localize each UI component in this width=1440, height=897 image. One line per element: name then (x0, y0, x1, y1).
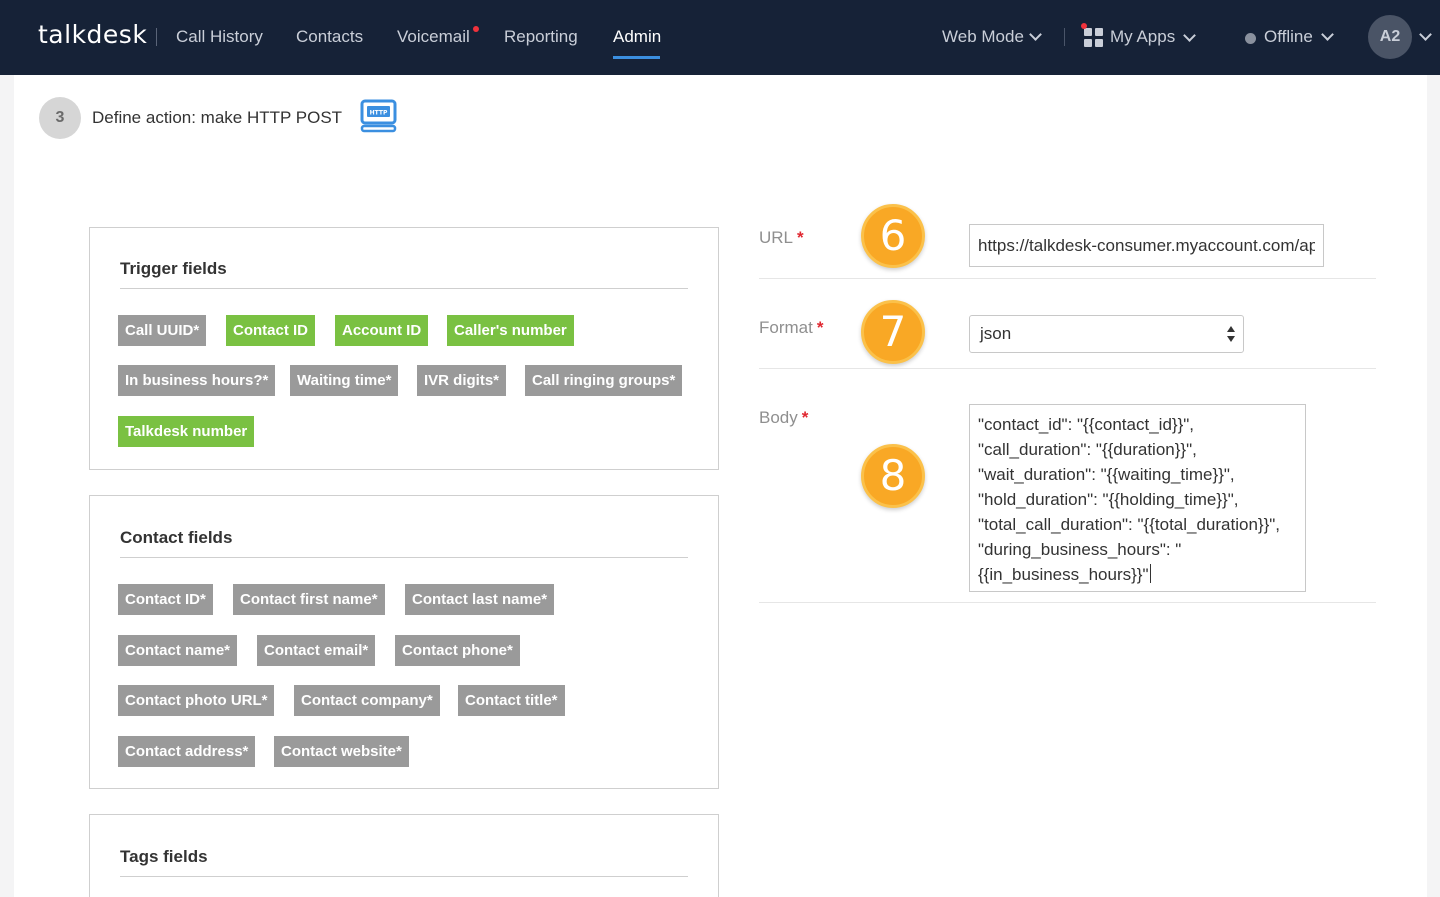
divider (759, 602, 1376, 603)
field-tag[interactable]: Contact first name* (233, 584, 385, 615)
chevron-down-icon[interactable] (1321, 28, 1334, 41)
field-tag[interactable]: Contact company* (294, 685, 440, 716)
status-dropdown[interactable]: Offline (1264, 27, 1313, 47)
nav-reporting[interactable]: Reporting (504, 27, 578, 47)
field-tag[interactable]: Waiting time* (290, 365, 398, 396)
field-tag[interactable]: Call ringing groups* (525, 365, 682, 396)
logo-separator (156, 28, 157, 46)
required-marker: * (797, 228, 804, 247)
body-line: "wait_duration": "{{waiting_time}}", (978, 462, 1297, 487)
nav-admin[interactable]: Admin (613, 27, 661, 47)
status-indicator-icon (1245, 33, 1256, 44)
format-select[interactable]: json (969, 315, 1244, 353)
url-input[interactable] (969, 224, 1324, 267)
divider (759, 278, 1376, 279)
field-tag[interactable]: Account ID (335, 315, 428, 346)
body-line: "hold_duration": "{{holding_time}}", (978, 487, 1297, 512)
field-tag[interactable]: Contact phone* (395, 635, 520, 666)
divider (120, 288, 688, 289)
field-tag[interactable]: Contact ID* (118, 584, 213, 615)
top-navigation-bar: talkdesk Call History Contacts Voicemail… (0, 0, 1440, 75)
active-tab-indicator (613, 56, 660, 59)
web-mode-dropdown[interactable]: Web Mode (942, 27, 1024, 47)
field-tag[interactable]: Contact website* (274, 736, 409, 767)
field-tag[interactable]: IVR digits* (417, 365, 506, 396)
step-title: Define action: make HTTP POST (92, 108, 342, 128)
field-tag[interactable]: Caller's number (447, 315, 574, 346)
field-tag[interactable]: Contact photo URL* (118, 685, 274, 716)
nav-call-history[interactable]: Call History (176, 27, 263, 47)
field-tag[interactable]: Contact email* (257, 635, 375, 666)
field-tag[interactable]: Contact title* (458, 685, 565, 716)
field-tag[interactable]: Call UUID* (118, 315, 206, 346)
chevron-down-icon[interactable] (1183, 29, 1196, 42)
url-label: URL* (759, 228, 804, 248)
step-8-badge: 8 (861, 444, 925, 508)
format-selected-value: json (980, 324, 1011, 343)
field-tag[interactable]: Contact ID (226, 315, 315, 346)
divider (120, 876, 688, 877)
text-caret (1150, 564, 1151, 583)
field-tag[interactable]: Contact last name* (405, 584, 554, 615)
step-6-badge: 6 (861, 204, 925, 268)
user-avatar[interactable]: A2 (1368, 15, 1412, 59)
trigger-fields-title: Trigger fields (120, 259, 227, 279)
contact-fields-card: Contact fields Contact ID* Contact first… (89, 495, 719, 789)
talkdesk-logo[interactable]: talkdesk (38, 20, 147, 49)
field-tag[interactable]: Contact name* (118, 635, 237, 666)
http-monitor-icon: HTTP (360, 99, 397, 133)
field-tag[interactable]: In business hours?* (118, 365, 275, 396)
nav-contacts[interactable]: Contacts (296, 27, 363, 47)
tags-fields-title: Tags fields (120, 847, 208, 867)
required-marker: * (817, 318, 824, 337)
nav-voicemail[interactable]: Voicemail (397, 27, 470, 47)
required-marker: * (802, 408, 809, 427)
my-apps-dropdown[interactable]: My Apps (1110, 27, 1175, 47)
divider (120, 557, 688, 558)
body-line-last: {{in_business_hours}}" (978, 562, 1297, 587)
field-tag[interactable]: Contact address* (118, 736, 255, 767)
http-icon-text: HTTP (370, 110, 388, 117)
body-line: "call_duration": "{{duration}}", (978, 437, 1297, 462)
body-textarea[interactable]: "contact_id": "{{contact_id}}", "call_du… (969, 404, 1306, 592)
format-label: Format* (759, 318, 823, 338)
chevron-down-icon[interactable] (1419, 28, 1432, 41)
apps-grid-icon[interactable] (1084, 28, 1103, 47)
apps-notification-dot (1081, 23, 1087, 29)
step-number-badge: 3 (39, 97, 81, 139)
select-arrows-icon (1227, 326, 1237, 344)
trigger-fields-card: Trigger fields Call UUID* Contact ID Acc… (89, 227, 719, 470)
body-label: Body* (759, 408, 808, 428)
tags-fields-card: Tags fields (89, 814, 719, 897)
divider (759, 368, 1376, 369)
body-line: "total_call_duration": "{{total_duration… (978, 512, 1297, 537)
voicemail-notification-dot (473, 26, 479, 32)
body-line: "during_business_hours": " (978, 537, 1297, 562)
contact-fields-title: Contact fields (120, 528, 232, 548)
step-7-badge: 7 (861, 300, 925, 364)
field-tag[interactable]: Talkdesk number (118, 416, 254, 447)
body-line: "contact_id": "{{contact_id}}", (978, 412, 1297, 437)
divider (1064, 28, 1065, 46)
chevron-down-icon[interactable] (1029, 28, 1042, 41)
